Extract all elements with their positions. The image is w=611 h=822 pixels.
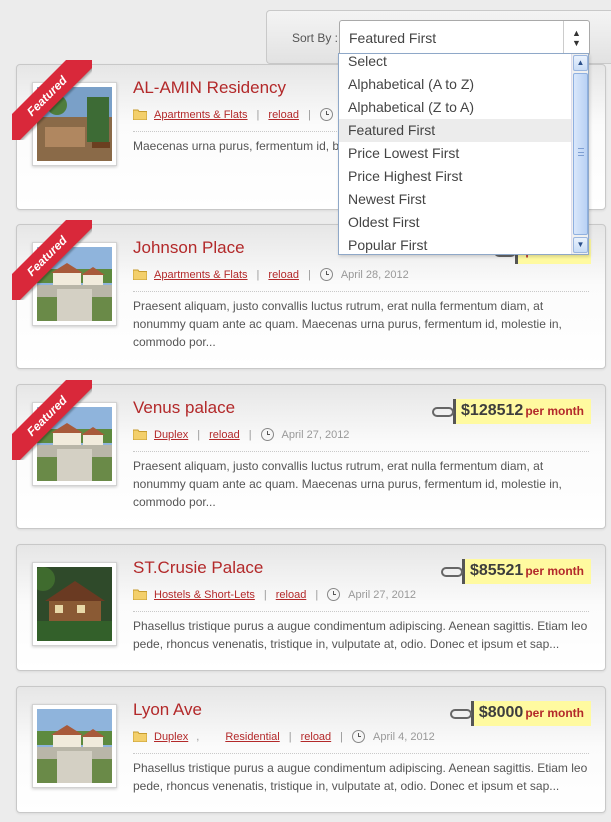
listing-date: April 28, 2012 xyxy=(340,268,409,281)
listing-price: $85521 xyxy=(469,562,524,579)
sort-option[interactable]: Newest First xyxy=(339,188,573,211)
updown-arrows-icon: ▲ ▼ xyxy=(563,21,589,55)
listing-meta: Duplex, Residential | reload | April 4, 2012 xyxy=(132,730,435,743)
listing-description: Praesent aliquam, justo convallis luctus… xyxy=(133,299,562,349)
folder-icon xyxy=(132,269,148,281)
listing-description: Praesent aliquam, justo convallis luctus… xyxy=(133,459,562,509)
clock-icon xyxy=(319,108,333,121)
sort-option[interactable]: Featured First xyxy=(339,119,573,142)
listing-description: Phasellus tristique purus a augue condim… xyxy=(133,619,588,651)
listing-title[interactable]: Venus palace xyxy=(133,398,235,418)
meta-separator: | xyxy=(197,428,201,441)
meta-separator: | xyxy=(288,730,292,743)
scroll-thumb[interactable] xyxy=(573,73,588,235)
reload-link[interactable]: reload xyxy=(268,109,299,121)
listing-price: $128512 xyxy=(461,402,524,419)
category-link[interactable]: Duplex xyxy=(154,429,188,441)
meta-separator: | xyxy=(315,588,319,601)
scroll-up-icon[interactable]: ▲ xyxy=(573,55,588,71)
sort-label: Sort By : xyxy=(292,31,339,45)
listing-meta: Apartments & Flats|reload|A xyxy=(132,108,348,121)
listing-date: April 27, 2012 xyxy=(281,428,350,441)
sort-option[interactable]: Price Lowest First xyxy=(339,142,573,165)
divider xyxy=(133,451,589,452)
meta-separator: | xyxy=(248,428,252,441)
price-period: per month xyxy=(525,564,584,578)
category-link[interactable]: Apartments & Flats xyxy=(154,269,248,281)
tag-string-icon xyxy=(449,708,472,719)
price-tag-body: $128512 per month xyxy=(453,399,591,424)
price-tag-body: $85521 per month xyxy=(461,559,591,584)
sort-options: Select Alphabetical (A to Z) Alphabetical … xyxy=(339,54,573,254)
listing-title[interactable]: Johnson Place xyxy=(133,238,245,258)
price-tag: $85521 per month xyxy=(440,559,591,584)
meta-separator: | xyxy=(307,108,311,121)
sort-select[interactable]: Featured First ▲ ▼ xyxy=(339,20,590,56)
dropdown-scrollbar[interactable]: ▲ ▼ xyxy=(571,54,588,254)
clock-icon xyxy=(352,730,366,743)
listing-card: ST.Crusie Palace Hostels & Short-Lets | rel… xyxy=(16,544,606,671)
category-separator: , xyxy=(196,730,200,743)
listing-meta: Apartments & Flats | reload | April 28, 2012 xyxy=(132,268,409,281)
tag-string-icon xyxy=(440,566,463,577)
sort-option[interactable]: Popular First xyxy=(339,234,573,254)
category-link[interactable]: Residential xyxy=(225,731,279,743)
clock-icon xyxy=(319,268,333,281)
reload-link[interactable]: reload xyxy=(276,589,307,601)
clock-icon xyxy=(260,428,274,441)
divider xyxy=(133,753,589,754)
category-link[interactable]: Apartments & Flats xyxy=(154,109,248,121)
sort-option[interactable]: Alphabetical (Z to A) xyxy=(339,96,573,119)
listing-description: Phasellus tristique purus a augue condim… xyxy=(133,761,588,793)
folder-icon xyxy=(132,731,148,743)
price-tag-body: $8000 per month xyxy=(470,701,591,726)
meta-separator: | xyxy=(263,588,267,601)
listing-date: April 4, 2012 xyxy=(373,730,435,743)
listing-card: Lyon Ave Duplex, Residential | reload | April … xyxy=(16,686,606,813)
folder-icon xyxy=(132,589,148,601)
divider xyxy=(133,291,589,292)
featured-ribbon: Featured xyxy=(12,380,92,460)
listing-meta: Duplex | reload | April 27, 2012 xyxy=(132,428,350,441)
category-link[interactable]: Duplex xyxy=(154,731,188,743)
listing-meta: Hostels & Short-Lets | reload | April 27, 20… xyxy=(132,588,417,601)
featured-ribbon: Featured xyxy=(12,60,92,140)
sort-option[interactable]: Price Highest First xyxy=(339,165,573,188)
price-period: per month xyxy=(525,706,584,720)
sort-selected-value: Featured First xyxy=(349,30,437,46)
reload-link[interactable]: reload xyxy=(268,269,299,281)
listing-title[interactable]: AL-AMIN Residency xyxy=(133,78,286,98)
sort-dropdown-list[interactable]: Select Alphabetical (A to Z) Alphabetical … xyxy=(338,53,589,255)
scroll-down-icon[interactable]: ▼ xyxy=(573,237,588,253)
meta-separator: | xyxy=(307,268,311,281)
reload-link[interactable]: reload xyxy=(301,731,332,743)
category-link[interactable]: Hostels & Short-Lets xyxy=(154,589,255,601)
meta-separator: | xyxy=(340,730,344,743)
featured-ribbon-label: Featured xyxy=(12,380,92,460)
price-period: per month xyxy=(525,404,584,418)
sort-option[interactable]: Oldest First xyxy=(339,211,573,234)
sort-option[interactable]: Alphabetical (A to Z) xyxy=(339,73,573,96)
listing-date: April 27, 2012 xyxy=(348,588,417,601)
featured-ribbon: Featured xyxy=(12,220,92,300)
clock-icon xyxy=(327,588,341,601)
listing-thumbnail[interactable] xyxy=(32,704,117,788)
folder-icon xyxy=(132,429,148,441)
featured-ribbon-label: Featured xyxy=(12,60,92,140)
reload-link[interactable]: reload xyxy=(209,429,240,441)
folder-icon xyxy=(132,109,148,121)
listing-title[interactable]: ST.Crusie Palace xyxy=(133,558,263,578)
meta-separator: | xyxy=(256,108,260,121)
listing-price: $8000 xyxy=(478,704,524,721)
divider xyxy=(133,611,589,612)
featured-ribbon-label: Featured xyxy=(12,220,92,300)
sort-option[interactable]: Select xyxy=(339,54,573,73)
tag-string-icon xyxy=(432,406,455,417)
listing-title[interactable]: Lyon Ave xyxy=(133,700,202,720)
price-tag: $128512 per month xyxy=(432,399,591,424)
listing-card: Featured Venus palace Duplex | reload | April … xyxy=(12,380,606,529)
price-tag: $8000 per month xyxy=(449,701,591,726)
listing-thumbnail[interactable] xyxy=(32,562,117,646)
meta-separator: | xyxy=(256,268,260,281)
